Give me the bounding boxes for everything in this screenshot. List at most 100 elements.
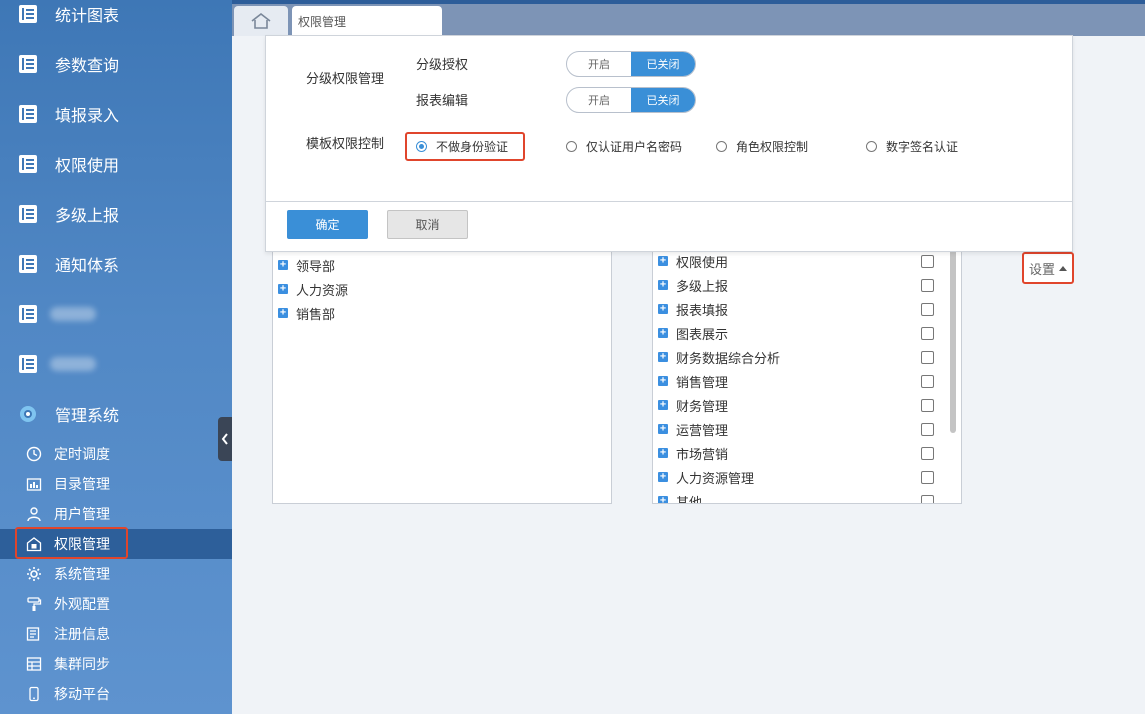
sidebar-section-management[interactable]: 管理系统 — [0, 394, 232, 434]
tree-node-checkbox[interactable] — [921, 303, 934, 316]
radio-role-control[interactable]: 角色权限控制 — [716, 136, 808, 156]
tab-permission-management[interactable]: 权限管理 — [292, 6, 442, 36]
sidebar-item-label: 权限使用 — [55, 156, 120, 175]
tree-node[interactable]: + 图表展示 — [658, 322, 728, 344]
sidebar-item[interactable]: 权限使用 — [0, 144, 232, 184]
tree-node[interactable]: + 领导部 — [278, 254, 335, 276]
report-icon — [19, 355, 37, 373]
scrollbar[interactable] — [950, 247, 956, 433]
expand-plus-icon[interactable]: + — [658, 352, 668, 362]
tree-node[interactable]: + 财务数据综合分析 — [658, 346, 780, 368]
sidebar-subitem-label: 注册信息 — [54, 627, 110, 643]
expand-plus-icon[interactable]: + — [658, 280, 668, 290]
tree-node-label: 市场营销 — [676, 447, 729, 463]
radio-digital-signature[interactable]: 数字签名认证 — [866, 136, 958, 156]
folder-chart-icon — [26, 478, 42, 491]
radio-button[interactable] — [566, 140, 577, 152]
tree-node-label: 图表展示 — [676, 327, 729, 343]
tree-node-label: 其他 — [676, 495, 703, 504]
radio-button[interactable] — [416, 140, 427, 152]
home-tab[interactable] — [234, 6, 288, 36]
expand-plus-icon[interactable]: + — [658, 448, 668, 458]
tree-node[interactable]: + 财务管理 — [658, 394, 728, 416]
grading-auth-toggle[interactable]: 开启 已关闭 — [566, 51, 696, 77]
sidebar-subitem[interactable]: 集群同步 — [0, 649, 232, 679]
tree-node-checkbox[interactable] — [921, 423, 934, 436]
report-icon — [19, 155, 37, 173]
expand-plus-icon[interactable]: + — [658, 472, 668, 482]
tree-node[interactable]: + 销售部 — [278, 302, 335, 324]
tree-node-checkbox[interactable] — [921, 471, 934, 484]
tree-node-checkbox[interactable] — [921, 279, 934, 292]
department-tree-panel: + 领导部 + 人力资源 + 销售部 — [272, 244, 612, 504]
sidebar-subitem-label: 集群同步 — [54, 657, 110, 673]
sidebar-item-label: 通知体系 — [55, 256, 120, 275]
tree-node[interactable]: + 人力资源管理 — [658, 466, 754, 488]
tree-node-checkbox[interactable] — [921, 375, 934, 388]
expand-plus-icon[interactable]: + — [658, 496, 668, 503]
sidebar-collapse-handle[interactable] — [218, 417, 232, 461]
report-edit-toggle[interactable]: 开启 已关闭 — [566, 87, 696, 113]
sidebar-subitem[interactable]: 目录管理 — [0, 469, 232, 499]
tree-node[interactable]: + 人力资源 — [278, 278, 348, 300]
sidebar-subitem-label: 外观配置 — [54, 597, 110, 613]
cancel-button[interactable]: 取消 — [387, 210, 468, 239]
sidebar-subitem[interactable]: 权限管理 — [0, 527, 232, 559]
toggle-on-option[interactable]: 开启 — [567, 88, 631, 112]
dialog-divider — [266, 201, 1072, 202]
tree-node[interactable]: + 销售管理 — [658, 370, 728, 392]
toggle-label-grading: 分级授权 — [416, 58, 469, 73]
tree-node[interactable]: + 其他 — [658, 490, 703, 504]
tree-node[interactable]: + 运营管理 — [658, 418, 728, 440]
sidebar-item[interactable]: 多级上报 — [0, 194, 232, 234]
sidebar-item[interactable]: 统计图表 — [0, 0, 232, 34]
tree-node-checkbox[interactable] — [921, 399, 934, 412]
toggle-on-option[interactable]: 开启 — [567, 52, 631, 76]
tree-node[interactable]: + 权限使用 — [658, 250, 728, 272]
tree-node[interactable]: + 市场营销 — [658, 442, 728, 464]
expand-plus-icon[interactable]: + — [658, 304, 668, 314]
settings-dropdown-button[interactable]: 设置 — [1022, 252, 1074, 284]
radio-button[interactable] — [716, 140, 727, 152]
expand-plus-icon[interactable]: + — [278, 308, 288, 318]
expand-plus-icon[interactable]: + — [658, 376, 668, 386]
tab-label: 权限管理 — [298, 15, 347, 29]
report-icon — [19, 255, 37, 273]
sidebar-subitem[interactable]: 注册信息 — [0, 619, 232, 649]
expand-plus-icon[interactable]: + — [658, 400, 668, 410]
sidebar-item[interactable]: 通知体系 — [0, 244, 232, 284]
mobile-icon — [29, 686, 39, 702]
expand-plus-icon[interactable]: + — [278, 284, 288, 294]
expand-plus-icon[interactable]: + — [658, 424, 668, 434]
radio-password-auth[interactable]: 仅认证用户名密码 — [566, 136, 682, 156]
sidebar-subitem[interactable]: 系统管理 — [0, 559, 232, 589]
sidebar-subitem-label: 定时调度 — [54, 447, 110, 463]
tree-node-checkbox[interactable] — [921, 495, 934, 503]
tree-node-checkbox[interactable] — [921, 255, 934, 268]
sidebar-item[interactable] — [0, 294, 232, 334]
expand-plus-icon[interactable]: + — [658, 256, 668, 266]
radio-no-auth[interactable]: 不做身份验证 — [416, 136, 508, 156]
sidebar-item[interactable] — [0, 344, 232, 384]
report-icon — [19, 5, 37, 23]
sidebar-item[interactable]: 填报录入 — [0, 94, 232, 134]
tree-node-checkbox[interactable] — [921, 351, 934, 364]
tree-node-label: 权限使用 — [676, 255, 729, 271]
toggle-off-option[interactable]: 已关闭 — [631, 88, 695, 112]
sidebar-item-label: 参数查询 — [55, 56, 120, 75]
sidebar-subitem[interactable]: 定时调度 — [0, 439, 232, 469]
sidebar-subitem[interactable]: 移动平台 — [0, 679, 232, 709]
sidebar-subitem[interactable]: 外观配置 — [0, 589, 232, 619]
tree-node-checkbox[interactable] — [921, 447, 934, 460]
toggle-off-option[interactable]: 已关闭 — [631, 52, 695, 76]
tree-node[interactable]: + 多级上报 — [658, 274, 728, 296]
expand-plus-icon[interactable]: + — [278, 260, 288, 270]
sidebar-item[interactable]: 参数查询 — [0, 44, 232, 84]
tree-node[interactable]: + 报表填报 — [658, 298, 728, 320]
tree-node-checkbox[interactable] — [921, 327, 934, 340]
radio-button[interactable] — [866, 140, 877, 152]
confirm-button[interactable]: 确定 — [287, 210, 368, 239]
expand-plus-icon[interactable]: + — [658, 328, 668, 338]
chevron-left-icon — [221, 433, 228, 445]
sidebar-subitem[interactable]: 用户管理 — [0, 499, 232, 529]
